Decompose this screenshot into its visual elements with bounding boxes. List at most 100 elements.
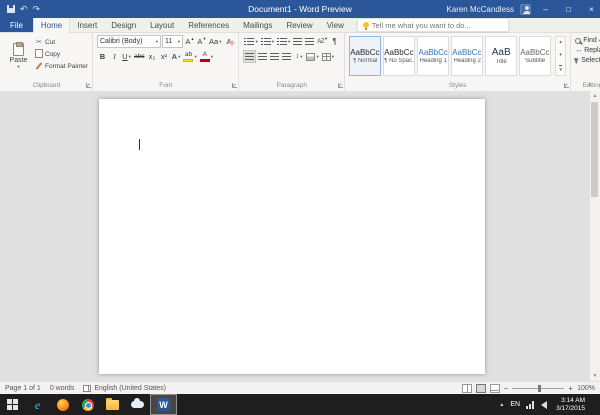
font-dialog-launcher[interactable] [232,83,237,88]
shading-button[interactable]: ▾ [305,50,319,63]
font-color-button[interactable]: A ▾ [199,50,214,63]
page-count[interactable]: Page 1 of 1 [5,385,41,392]
scroll-up-arrow-icon[interactable]: ▲ [593,93,598,99]
read-mode-button[interactable] [462,384,472,393]
taskbar-chrome[interactable] [75,394,100,415]
tab-mailings[interactable]: Mailings [236,18,279,32]
print-layout-button[interactable] [476,384,486,393]
signed-in-user[interactable]: Karen McCandless [446,5,514,14]
save-icon[interactable] [7,5,15,13]
italic-button[interactable]: I [109,50,120,63]
style-subtitle[interactable]: AaBbCcD Subtitle [519,36,551,76]
style-title[interactable]: AaB Title [485,36,517,76]
zoom-in-button[interactable]: + [568,384,573,393]
zoom-level[interactable]: 100% [577,385,595,392]
align-center-button[interactable] [257,50,268,63]
strikethrough-button[interactable]: abc [133,50,145,63]
grow-font-button[interactable]: A ▴ [184,35,195,48]
font-family-combo[interactable]: Calibri (Body) ▾ [97,35,161,48]
taskbar-firefox[interactable] [50,394,75,415]
format-painter-button[interactable]: Format Painter [35,61,88,71]
replace-button[interactable]: ↔ Replace [575,47,600,54]
chevron-down-icon: ▾ [219,40,221,44]
language-status[interactable]: English (United States) [83,385,166,392]
paste-button[interactable]: Paste ▾ [5,35,32,77]
multilevel-list-button[interactable]: ▾ [276,35,291,48]
tray-expand-icon[interactable]: ▲ [499,402,504,408]
tell-me-input[interactable] [372,21,503,30]
start-button[interactable] [0,394,25,415]
zoom-out-button[interactable]: − [504,384,509,393]
maximize-button[interactable]: □ [560,0,577,18]
user-avatar[interactable] [520,4,531,15]
close-button[interactable]: × [583,0,600,18]
justify-button[interactable] [281,50,292,63]
scrollbar-thumb[interactable] [591,102,598,197]
font-size-combo[interactable]: 11 ▾ [162,35,183,48]
bullets-button[interactable]: ▾ [243,35,258,48]
taskbar-onedrive[interactable] [125,394,150,415]
redo-icon[interactable]: ↷ [33,5,41,14]
undo-icon[interactable]: ↶ [20,5,28,14]
decrease-indent-button[interactable] [292,35,303,48]
styles-dialog-launcher[interactable] [564,83,569,88]
tab-design[interactable]: Design [104,18,143,32]
tab-home[interactable]: Home [33,18,70,33]
cut-button[interactable]: ✂ Cut [35,37,88,47]
numbering-button[interactable]: ▾ [260,35,275,48]
paragraph-dialog-launcher[interactable] [338,83,343,88]
scroll-down-arrow-icon[interactable]: ▼ [593,373,598,379]
vertical-scrollbar[interactable]: ▲ ▼ [589,91,600,381]
increase-indent-button[interactable] [304,35,315,48]
shrink-font-button[interactable]: A ▾ [196,35,207,48]
scroll-up-icon[interactable]: ▴ [559,39,562,45]
copy-button[interactable]: Copy [35,49,88,59]
taskbar-clock[interactable]: 3:14 AM 3/17/2015 [553,397,588,413]
select-button[interactable]: Select ▾ [575,57,600,64]
tab-insert[interactable]: Insert [70,18,104,32]
change-case-button[interactable]: Aa ▾ [208,35,222,48]
align-right-button[interactable] [269,50,280,63]
input-language-indicator[interactable]: EN [510,401,520,408]
style-name: Heading 2 [454,58,481,64]
collapse-ribbon-button[interactable]: ∧ [584,79,596,89]
zoom-slider[interactable] [512,388,564,389]
borders-button[interactable]: ▾ [321,50,335,63]
document-page[interactable] [99,99,485,374]
grow-font-label: A [185,37,190,46]
style-heading-1[interactable]: AaBbCc Heading 1 [417,36,449,76]
show-formatting-button[interactable]: ¶ [329,35,340,48]
superscript-button[interactable]: x² [158,50,169,63]
tab-layout[interactable]: Layout [143,18,181,32]
taskbar-internet-explorer[interactable]: e [25,394,50,415]
style-normal[interactable]: AaBbCcDc ¶ Normal [349,36,381,76]
styles-more-icon[interactable]: ▾ [559,65,562,73]
line-spacing-button[interactable]: ↕ ▾ [293,50,304,63]
zoom-slider-thumb[interactable] [538,385,541,392]
text-effects-button[interactable]: A ▾ [170,50,181,63]
highlight-color-button[interactable]: ab ▾ [182,50,197,63]
taskbar-word[interactable]: W [150,394,177,415]
tab-view[interactable]: View [320,18,351,32]
word-count[interactable]: 0 words [50,385,75,392]
network-icon[interactable] [526,401,535,409]
scroll-down-icon[interactable]: ▾ [559,52,562,58]
bold-button[interactable]: B [97,50,108,63]
taskbar-file-explorer[interactable] [100,394,125,415]
tell-me-box[interactable] [357,18,509,32]
tab-file[interactable]: File [0,18,33,32]
tab-review[interactable]: Review [279,18,319,32]
align-left-button[interactable] [243,50,256,63]
minimize-button[interactable]: – [537,0,554,18]
find-button[interactable]: Find ▾ [575,37,600,44]
underline-button[interactable]: U ▾ [121,50,132,63]
volume-icon[interactable] [541,401,547,409]
style-no-spacing[interactable]: AaBbCcDc ¶ No Spac... [383,36,415,76]
style-heading-2[interactable]: AaBbCcE Heading 2 [451,36,483,76]
tab-references[interactable]: References [181,18,236,32]
clear-formatting-button[interactable]: A [223,35,234,48]
clipboard-dialog-launcher[interactable] [86,83,91,88]
sort-button[interactable]: AZ ▾ [316,35,328,48]
subscript-button[interactable]: x₂ [146,50,157,63]
web-layout-button[interactable] [490,384,500,393]
